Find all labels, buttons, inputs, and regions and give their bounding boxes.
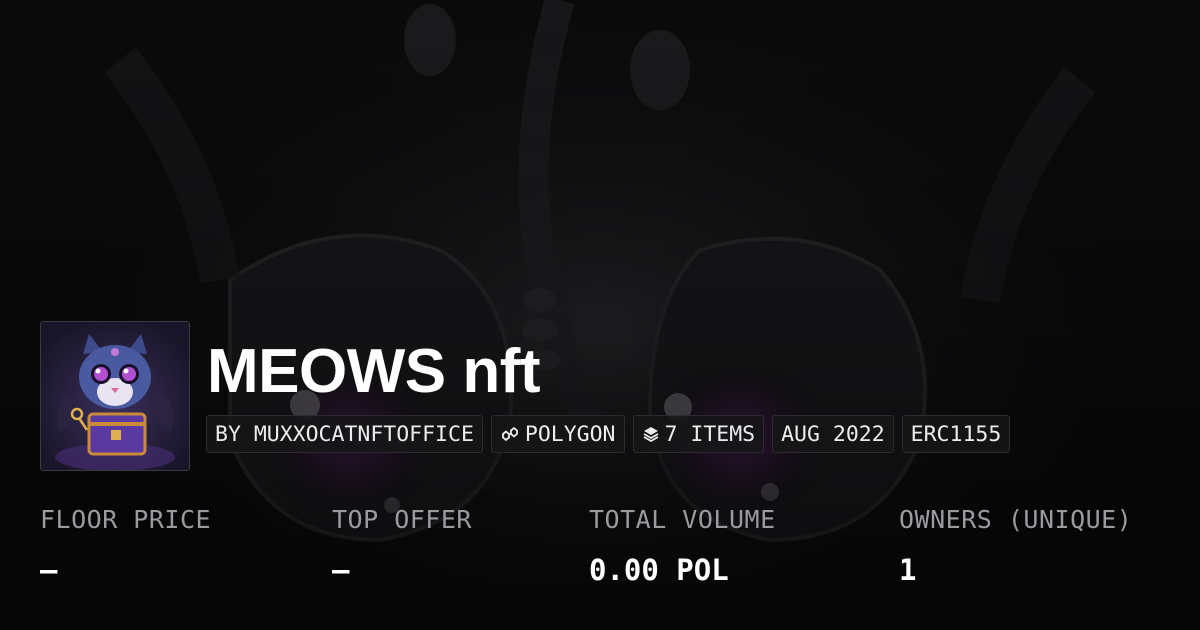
banner-shade-overlay (0, 0, 1200, 630)
total-volume-label: TOTAL VOLUME (589, 505, 776, 534)
owners-label: OWNERS (UNIQUE) (899, 505, 1133, 534)
creator-tag[interactable]: BY MUXXOCATNFTOFFICE (206, 415, 483, 453)
created-date-label: AUG 2022 (781, 421, 885, 447)
floor-price-label: FLOOR PRICE (40, 505, 212, 534)
items-count-label: 7 ITEMS (664, 421, 756, 447)
top-offer-value: — (332, 553, 350, 587)
cat-avatar-illustration (41, 322, 189, 470)
token-standard-tag: ERC1155 (901, 415, 1011, 453)
floor-price-value: — (40, 553, 58, 587)
owners-value: 1 (899, 553, 917, 587)
chain-tag-label: POLYGON (524, 421, 616, 447)
chain-tag[interactable]: POLYGON (490, 415, 625, 453)
collection-title: MEOWS nft (207, 337, 541, 406)
top-offer-label: TOP OFFER (332, 505, 472, 534)
collection-tags: BY MUXXOCATNFTOFFICE POLYGON 7 ITEMS AUG… (206, 415, 1011, 453)
total-volume-value: 0.00 POL (589, 553, 729, 587)
creator-tag-label: BY MUXXOCATNFTOFFICE (215, 421, 474, 447)
layers-icon (642, 425, 660, 443)
polygon-chain-icon (500, 425, 520, 443)
token-standard-label: ERC1155 (910, 421, 1002, 447)
created-date-tag: AUG 2022 (772, 415, 894, 453)
collection-avatar (40, 321, 190, 471)
items-count-tag[interactable]: 7 ITEMS (632, 415, 765, 453)
